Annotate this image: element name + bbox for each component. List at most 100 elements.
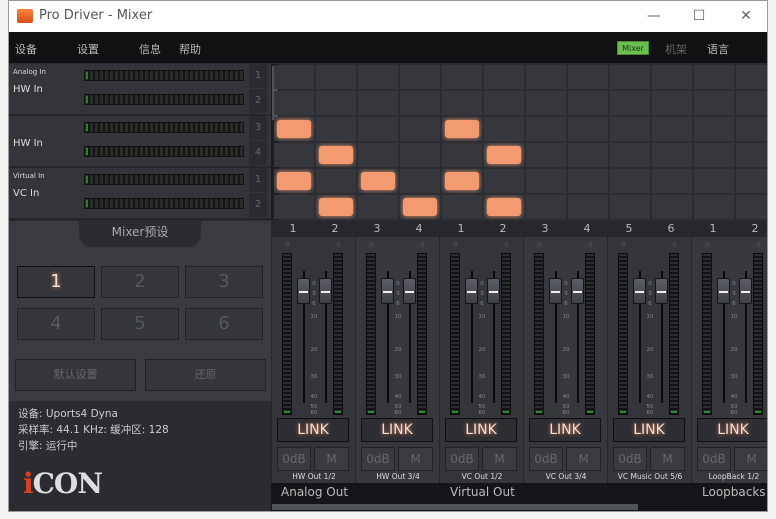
mixer-tab[interactable]: Mixer — [617, 41, 649, 55]
matrix-cell[interactable] — [694, 65, 734, 89]
zero-db-button[interactable]: 0dB — [613, 447, 647, 471]
matrix-cell[interactable] — [442, 91, 482, 115]
language-menu[interactable]: 语言 — [707, 41, 729, 57]
matrix-cell[interactable] — [568, 117, 608, 141]
matrix-cell[interactable] — [442, 65, 482, 89]
matrix-cell[interactable] — [652, 169, 692, 193]
fader-handle[interactable] — [633, 278, 646, 304]
fader-handle[interactable] — [739, 278, 752, 304]
zero-db-button[interactable]: 0dB — [277, 447, 311, 471]
matrix-cell[interactable] — [442, 169, 482, 193]
matrix-cell[interactable] — [736, 91, 767, 115]
zero-db-button[interactable]: 0dB — [445, 447, 479, 471]
horizontal-scrollbar[interactable] — [272, 504, 638, 510]
matrix-cell[interactable] — [316, 143, 356, 167]
matrix-cell[interactable] — [526, 65, 566, 89]
preset-button-1[interactable]: 1 — [17, 266, 95, 298]
matrix-cell[interactable] — [274, 195, 314, 219]
matrix-cell[interactable] — [358, 143, 398, 167]
matrix-cell[interactable] — [652, 117, 692, 141]
link-button[interactable]: LINK — [277, 418, 349, 442]
matrix-cell[interactable] — [484, 195, 524, 219]
matrix-cell[interactable] — [316, 195, 356, 219]
mute-button[interactable]: M — [482, 447, 517, 471]
matrix-cell[interactable] — [568, 91, 608, 115]
rack-tab[interactable]: 机架 — [665, 41, 687, 57]
minimize-button[interactable]: — — [639, 5, 669, 27]
matrix-cell[interactable] — [736, 143, 767, 167]
matrix-cell[interactable] — [400, 91, 440, 115]
matrix-cell[interactable] — [400, 143, 440, 167]
matrix-cell[interactable] — [400, 195, 440, 219]
matrix-cell[interactable] — [484, 143, 524, 167]
preset-button-4[interactable]: 4 — [17, 308, 95, 340]
matrix-cell[interactable] — [274, 169, 314, 193]
matrix-cell[interactable] — [484, 65, 524, 89]
menu-info[interactable]: 信息 — [139, 41, 161, 57]
matrix-cell[interactable] — [568, 195, 608, 219]
fader-handle[interactable] — [403, 278, 416, 304]
matrix-cell[interactable] — [274, 91, 314, 115]
matrix-cell[interactable] — [442, 117, 482, 141]
matrix-cell[interactable] — [610, 169, 650, 193]
menu-help[interactable]: 帮助 — [179, 41, 201, 57]
menu-settings[interactable]: 设置 — [77, 41, 99, 57]
menu-device[interactable]: 设备 — [15, 41, 37, 57]
zero-db-button[interactable]: 0dB — [529, 447, 563, 471]
matrix-cell[interactable] — [694, 169, 734, 193]
matrix-cell[interactable] — [274, 65, 314, 89]
fader-handle[interactable] — [465, 278, 478, 304]
matrix-cell[interactable] — [694, 143, 734, 167]
matrix-cell[interactable] — [736, 195, 767, 219]
matrix-cell[interactable] — [694, 195, 734, 219]
fader-handle[interactable] — [319, 278, 332, 304]
matrix-cell[interactable] — [316, 169, 356, 193]
zero-db-button[interactable]: 0dB — [361, 447, 395, 471]
mute-button[interactable]: M — [734, 447, 767, 471]
matrix-cell[interactable] — [358, 195, 398, 219]
matrix-cell[interactable] — [568, 169, 608, 193]
matrix-cell[interactable] — [400, 117, 440, 141]
preset-button-3[interactable]: 3 — [185, 266, 263, 298]
fader-handle[interactable] — [549, 278, 562, 304]
default-settings-button[interactable]: 默认设置 — [15, 359, 136, 391]
link-button[interactable]: LINK — [529, 418, 601, 442]
matrix-cell[interactable] — [484, 169, 524, 193]
fader-handle[interactable] — [297, 278, 310, 304]
matrix-cell[interactable] — [610, 65, 650, 89]
mute-button[interactable]: M — [566, 447, 601, 471]
matrix-cell[interactable] — [568, 65, 608, 89]
matrix-cell[interactable] — [400, 65, 440, 89]
matrix-cell[interactable] — [358, 169, 398, 193]
preset-button-2[interactable]: 2 — [101, 266, 179, 298]
matrix-cell[interactable] — [316, 91, 356, 115]
matrix-cell[interactable] — [316, 117, 356, 141]
link-button[interactable]: LINK — [445, 418, 517, 442]
matrix-cell[interactable] — [652, 195, 692, 219]
link-button[interactable]: LINK — [697, 418, 767, 442]
maximize-button[interactable]: ☐ — [684, 5, 714, 27]
matrix-cell[interactable] — [610, 143, 650, 167]
mute-button[interactable]: M — [314, 447, 349, 471]
matrix-cell[interactable] — [526, 143, 566, 167]
matrix-cell[interactable] — [610, 91, 650, 115]
matrix-cell[interactable] — [736, 117, 767, 141]
matrix-cell[interactable] — [484, 91, 524, 115]
matrix-cell[interactable] — [358, 65, 398, 89]
matrix-cell[interactable] — [526, 169, 566, 193]
fader-handle[interactable] — [655, 278, 668, 304]
matrix-cell[interactable] — [358, 91, 398, 115]
matrix-cell[interactable] — [610, 117, 650, 141]
preset-button-6[interactable]: 6 — [185, 308, 263, 340]
matrix-cell[interactable] — [736, 65, 767, 89]
matrix-cell[interactable] — [652, 65, 692, 89]
preset-button-5[interactable]: 5 — [101, 308, 179, 340]
restore-button[interactable]: 还原 — [145, 359, 266, 391]
close-button[interactable]: ✕ — [731, 5, 761, 27]
fader-handle[interactable] — [381, 278, 394, 304]
link-button[interactable]: LINK — [613, 418, 685, 442]
matrix-cell[interactable] — [442, 195, 482, 219]
matrix-cell[interactable] — [526, 91, 566, 115]
matrix-cell[interactable] — [484, 117, 524, 141]
fader-handle[interactable] — [571, 278, 584, 304]
